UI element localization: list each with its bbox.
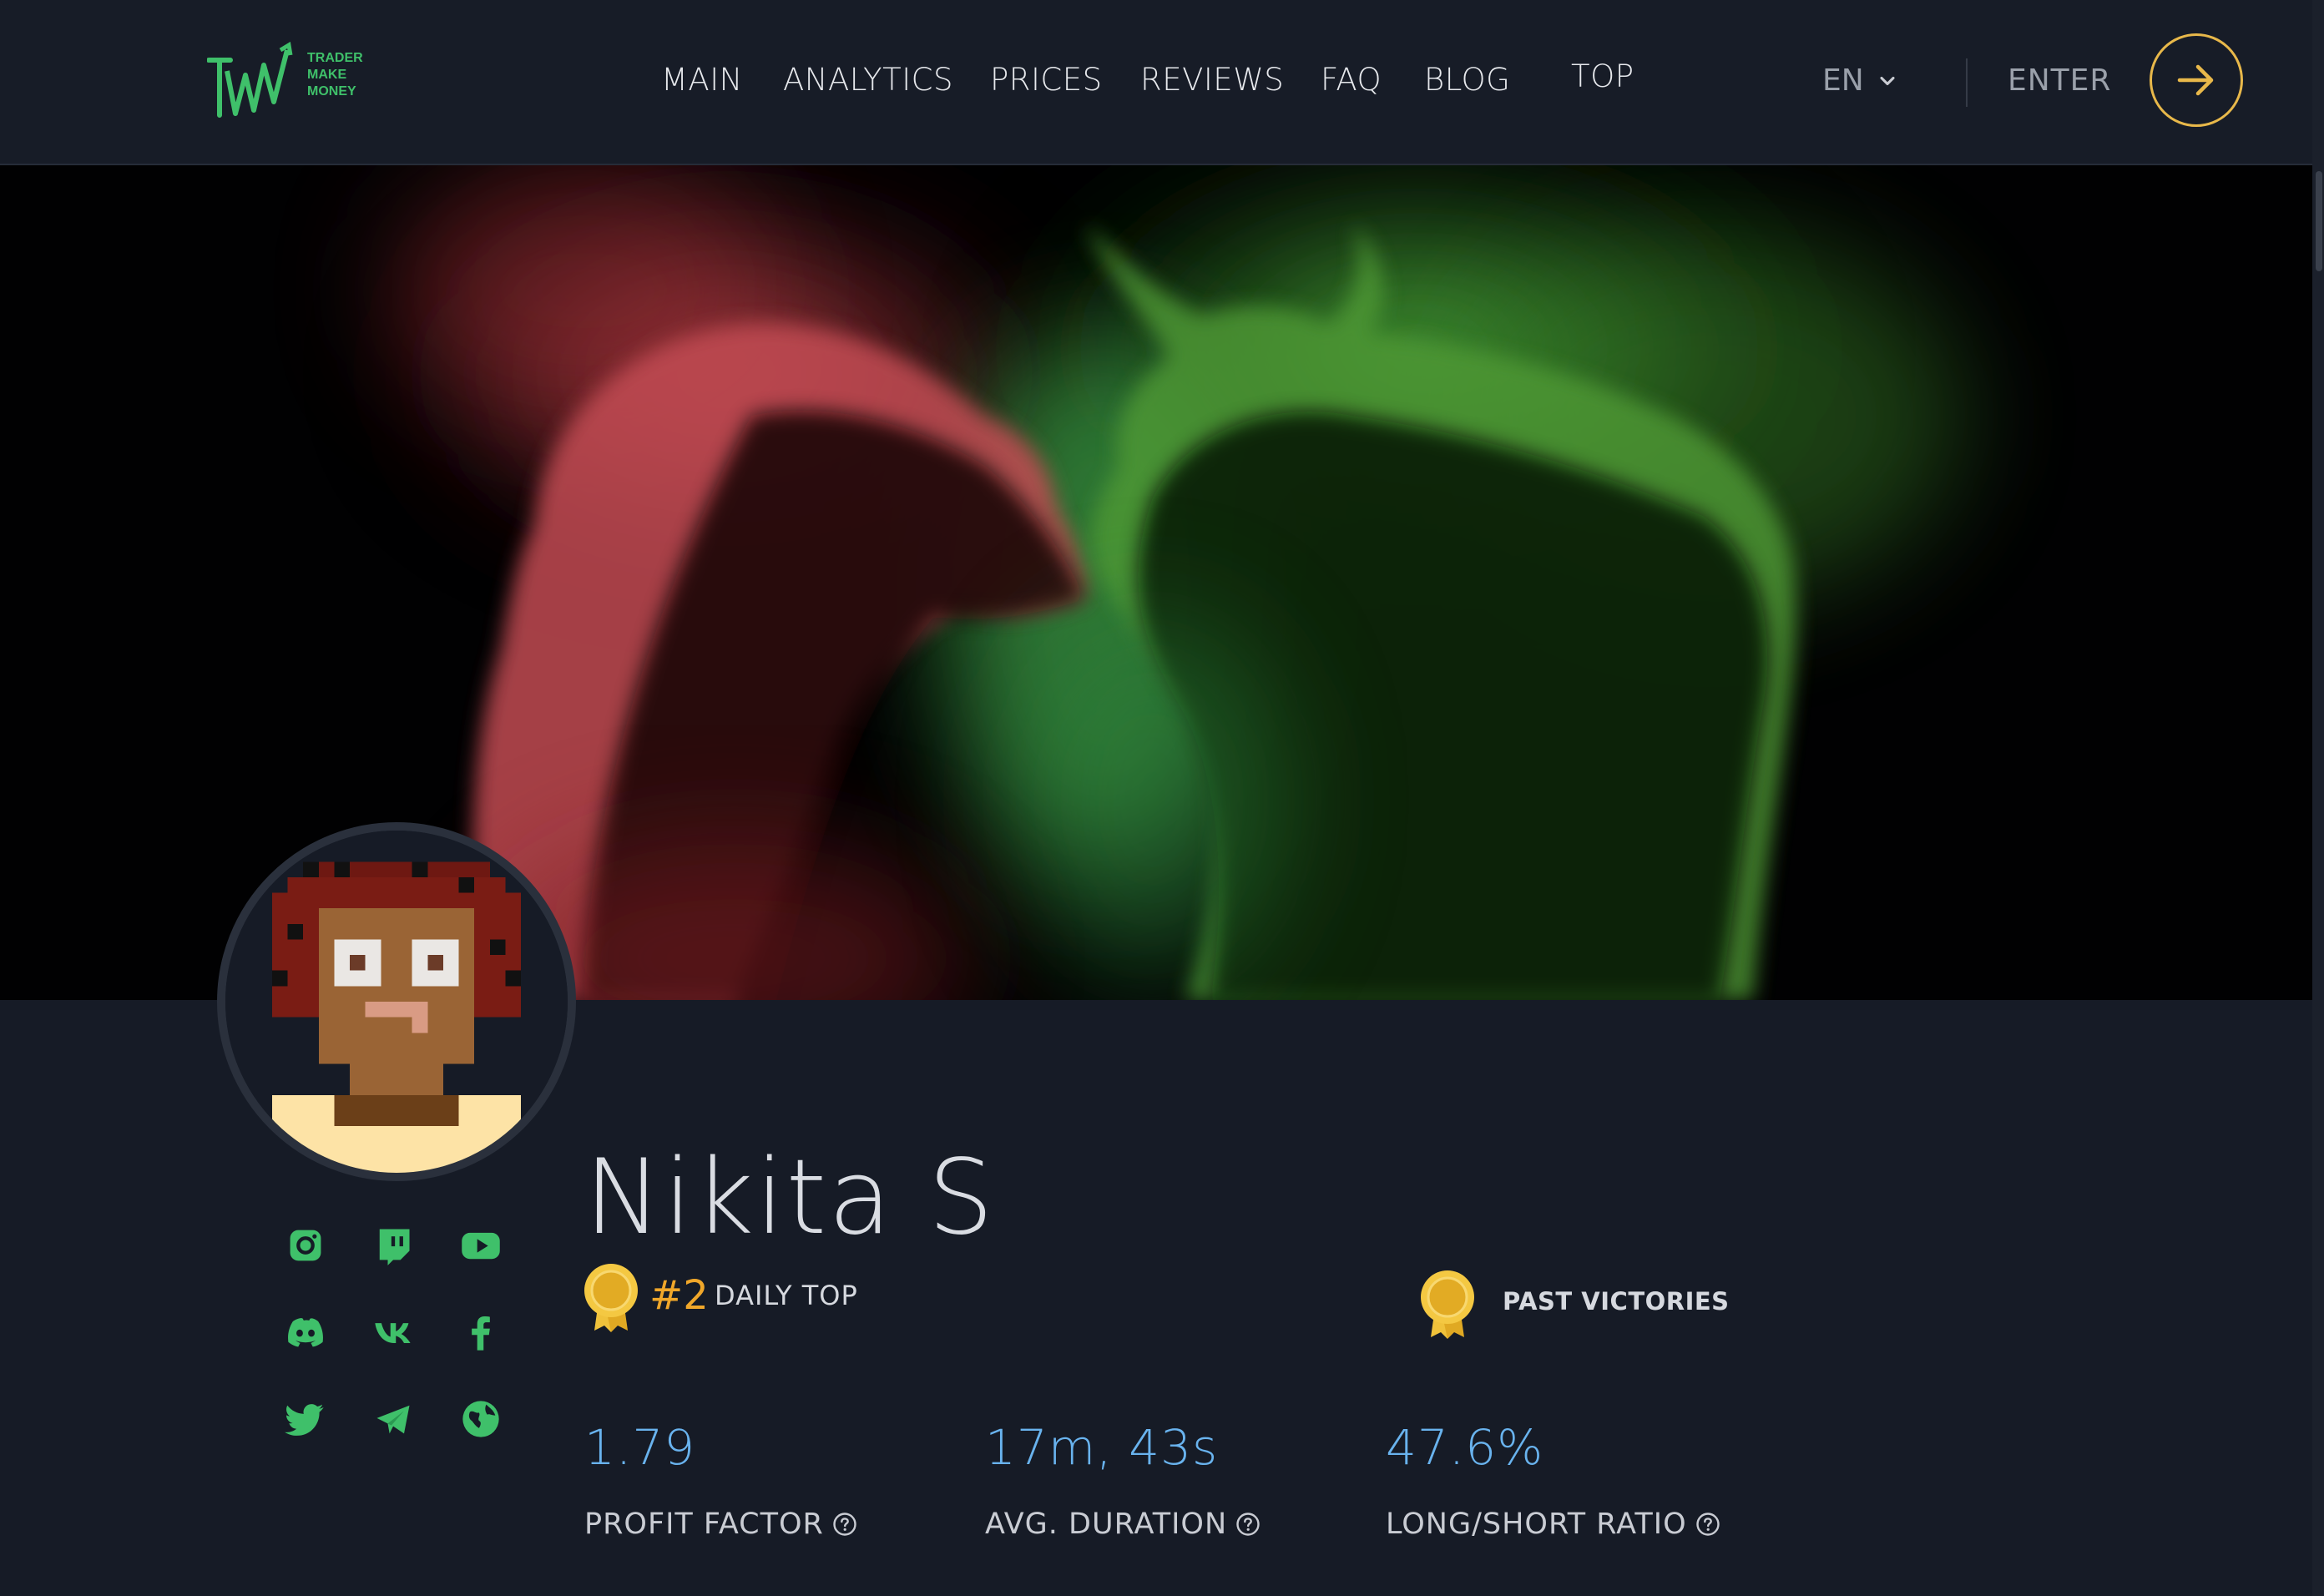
facebook-icon[interactable]: [459, 1311, 503, 1354]
youtube-icon[interactable]: [459, 1224, 503, 1267]
profile-name: Nikita S: [584, 1138, 996, 1259]
nav-faq[interactable]: FAQ: [1321, 62, 1382, 98]
top-navigation-bar: TRADER MAKE MONEY MAIN ANALYTICS PRICES …: [0, 0, 2312, 165]
discord-icon[interactable]: [284, 1311, 327, 1354]
enter-button[interactable]: [2150, 33, 2243, 127]
profit-factor-label-group: PROFIT FACTOR: [584, 1508, 857, 1541]
help-circle-icon[interactable]: [832, 1512, 857, 1537]
nav-blog[interactable]: BLOG: [1424, 62, 1510, 98]
chevron-down-icon: [1880, 76, 1895, 85]
pixel-avatar-image: [225, 831, 568, 1173]
avatar: [217, 822, 576, 1181]
help-circle-icon[interactable]: [1695, 1512, 1720, 1537]
instagram-icon[interactable]: [284, 1224, 327, 1267]
nav-prices[interactable]: PRICES: [990, 62, 1103, 98]
globe-icon[interactable]: [459, 1397, 503, 1441]
vk-icon[interactable]: [371, 1311, 415, 1354]
enter-link[interactable]: ENTER: [2008, 63, 2111, 98]
twitter-icon[interactable]: [284, 1397, 327, 1441]
past-victories-label[interactable]: PAST VICTORIES: [1503, 1287, 1730, 1316]
long-short-ratio-label-group: LONG/SHORT RATIO: [1386, 1508, 1720, 1541]
language-label: EN: [1822, 63, 1864, 98]
help-circle-icon[interactable]: [1235, 1512, 1261, 1537]
language-selector[interactable]: EN: [1822, 63, 1899, 98]
arrow-right-icon: [2177, 64, 2214, 96]
scrollbar-thumb[interactable]: [2316, 171, 2322, 271]
nav-main[interactable]: MAIN: [661, 62, 743, 98]
long-short-ratio-value: 47.6%: [1386, 1419, 1544, 1476]
page-scrollbar[interactable]: [2312, 0, 2324, 1596]
avg-duration-label-group: AVG. DURATION: [985, 1508, 1261, 1541]
daily-rank-number: #2: [649, 1272, 709, 1319]
twitch-icon[interactable]: [371, 1224, 415, 1267]
nav-top[interactable]: TOP: [1571, 58, 1634, 94]
profit-factor-label: PROFIT FACTOR: [584, 1508, 824, 1541]
avg-duration-value: 17m, 43s: [985, 1419, 1219, 1476]
header-divider: [1966, 58, 1968, 107]
gold-medal-icon: [584, 1264, 638, 1332]
daily-top-label: DAILY TOP: [715, 1280, 858, 1311]
long-short-ratio-label: LONG/SHORT RATIO: [1386, 1508, 1687, 1541]
past-victories-medal-icon: [1421, 1270, 1474, 1339]
telegram-icon[interactable]: [371, 1397, 415, 1441]
nav-analytics[interactable]: ANALYTICS: [783, 62, 953, 98]
avg-duration-label: AVG. DURATION: [985, 1508, 1228, 1541]
social-links: [284, 1224, 509, 1491]
nav-reviews[interactable]: REVIEWS: [1140, 62, 1284, 98]
profit-factor-value: 1.79: [584, 1419, 696, 1476]
